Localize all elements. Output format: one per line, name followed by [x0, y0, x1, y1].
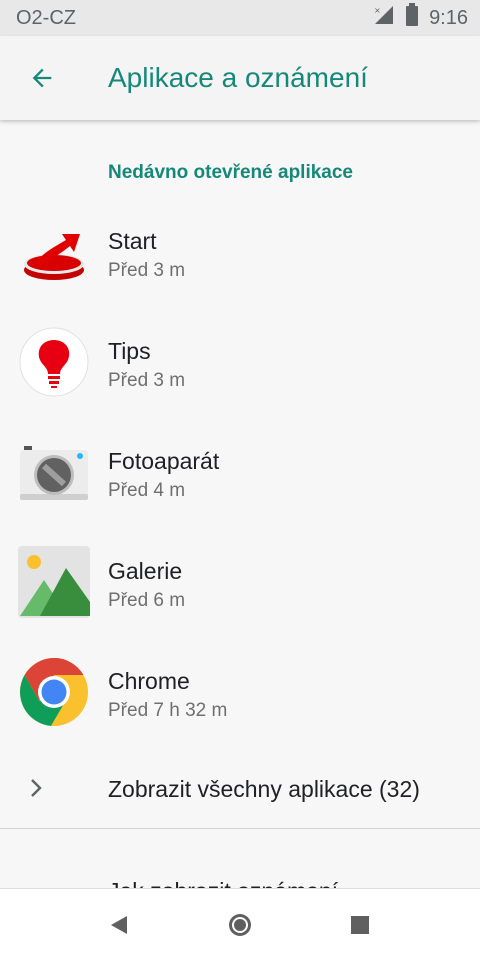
tips-icon	[19, 327, 89, 397]
app-name: Tips	[108, 338, 151, 364]
chevron-right-icon	[31, 779, 42, 797]
app-time: Před 4 m	[108, 480, 186, 501]
status-bar: O2-CZ × 9:16	[0, 0, 480, 36]
app-name: Galerie	[108, 558, 183, 584]
svg-text:×: ×	[374, 6, 381, 15]
app-bar: Aplikace a oznámení	[0, 36, 480, 120]
signal-icon: ×	[373, 4, 395, 32]
app-time: Před 3 m	[108, 370, 186, 391]
nav-back-button[interactable]	[103, 908, 137, 942]
carrier-label: O2-CZ	[16, 6, 76, 29]
app-item-camera[interactable]: Fotoaparát Před 4 m	[0, 428, 480, 538]
app-name: Fotoaparát	[108, 448, 220, 474]
square-recents-icon	[351, 916, 369, 934]
nav-home-button[interactable]	[223, 908, 257, 942]
app-time: Před 3 m	[108, 260, 186, 281]
home-circle-icon	[229, 914, 251, 936]
camera-icon	[20, 446, 88, 500]
app-item-tips[interactable]: Tips Před 3 m	[0, 318, 480, 428]
gallery-icon	[18, 546, 90, 618]
page-title: Aplikace a oznámení	[108, 62, 368, 93]
app-item-gallery[interactable]: Galerie Před 6 m	[0, 538, 480, 648]
app-time: Před 6 m	[108, 590, 186, 611]
start-icon	[24, 234, 84, 280]
divider	[0, 828, 480, 829]
back-button[interactable]	[0, 36, 84, 120]
status-icons: × 9:16	[373, 3, 468, 33]
app-name: Chrome	[108, 668, 190, 694]
clock: 9:16	[429, 6, 468, 29]
app-item-start[interactable]: Start Před 3 m	[0, 208, 480, 318]
see-all-apps-label: Zobrazit všechny aplikace (32)	[108, 776, 420, 802]
nav-recents-button[interactable]	[343, 908, 377, 942]
chrome-icon	[20, 658, 88, 726]
battery-icon	[405, 3, 419, 33]
see-all-apps-row[interactable]: Zobrazit všechny aplikace (32)	[0, 754, 480, 824]
app-item-chrome[interactable]: Chrome Před 7 h 32 m	[0, 648, 480, 758]
section-header-recent: Nedávno otevřené aplikace	[108, 162, 353, 183]
app-time: Před 7 h 32 m	[108, 700, 228, 721]
settings-list: Nedávno otevřené aplikace Start Před 3 m…	[0, 122, 480, 888]
arrow-back-icon	[32, 68, 52, 88]
notifications-item[interactable]: Jak zobrazit oznámení	[108, 878, 338, 888]
navigation-bar	[0, 888, 480, 961]
app-name: Start	[108, 228, 157, 254]
triangle-back-icon	[111, 916, 127, 934]
